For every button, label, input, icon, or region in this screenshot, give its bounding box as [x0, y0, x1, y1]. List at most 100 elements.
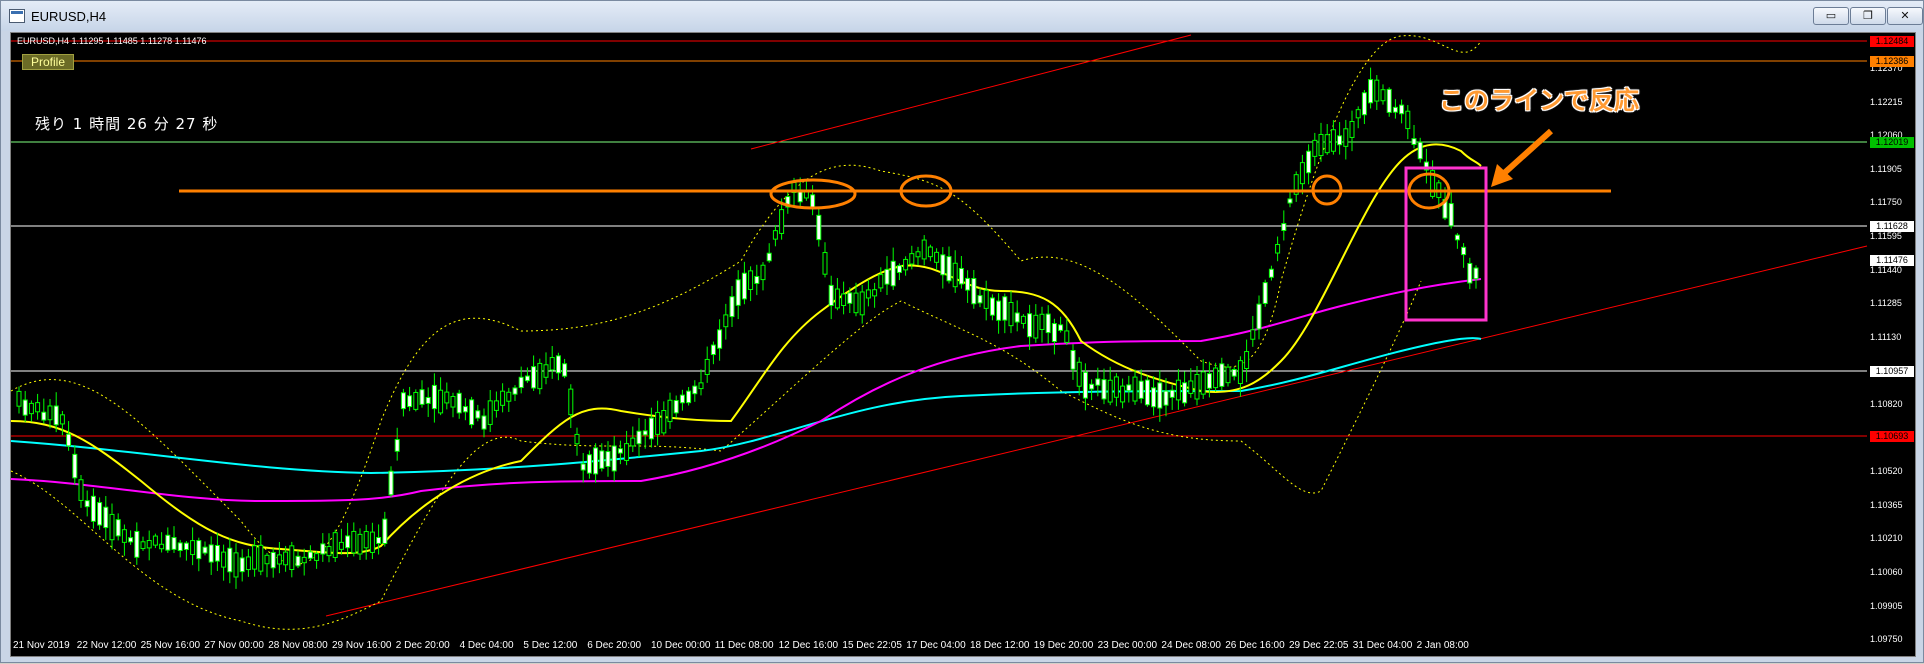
candle-body	[1058, 324, 1064, 331]
callout-text: このラインで反応	[1439, 86, 1640, 115]
candle-body	[47, 405, 53, 421]
candle-body	[890, 260, 896, 287]
candle-body	[667, 399, 673, 423]
candle-body	[35, 402, 41, 413]
candle-body	[1002, 296, 1008, 321]
candle-body	[196, 540, 202, 560]
candle-body	[1231, 369, 1237, 377]
candle-body	[338, 541, 344, 550]
price-tick-label: 1.10060	[1870, 567, 1903, 577]
candle-body	[332, 532, 338, 558]
candle-body	[568, 388, 574, 416]
candle-body	[772, 230, 778, 240]
candle-body	[1268, 268, 1274, 278]
price-tick-label: 1.11750	[1870, 197, 1902, 208]
candle-body	[1064, 330, 1070, 343]
candle-body	[1250, 329, 1256, 340]
candle-body	[283, 551, 289, 566]
time-tick-label: 26 Dec 16:00	[1225, 640, 1285, 651]
candle-body	[760, 264, 766, 281]
candle-body	[1448, 203, 1454, 227]
candle-body	[958, 267, 964, 285]
price-tick-label: 1.11905	[1870, 163, 1902, 174]
candle-body	[1287, 198, 1293, 204]
time-tick-label: 19 Dec 20:00	[1033, 640, 1094, 651]
price-tick-label: 1.12215	[1870, 96, 1903, 107]
candle-body	[72, 453, 78, 479]
candle-body	[1182, 382, 1188, 404]
candle-body	[1343, 128, 1349, 147]
time-tick-label: 2 Dec 20:00	[395, 640, 450, 651]
candle-body	[469, 399, 475, 426]
candle-body	[1206, 373, 1212, 389]
candle-body	[109, 513, 115, 541]
candle-body	[865, 289, 871, 299]
time-tick-label: 29 Dec 22:05	[1289, 640, 1349, 651]
candle-body	[1262, 282, 1268, 304]
time-tick-label: 4 Dec 04:00	[459, 640, 514, 651]
candle-body	[1107, 379, 1113, 403]
candle-body	[816, 214, 822, 241]
candle-body	[1194, 373, 1200, 400]
candle-body	[394, 439, 400, 452]
price-tick-label: 1.11440	[1870, 264, 1902, 275]
candle-body	[1138, 380, 1144, 399]
candle-body	[227, 547, 233, 573]
price-tick-label: 1.09750	[1870, 634, 1903, 645]
candle-body	[679, 394, 685, 404]
trend-line-lower	[325, 245, 1868, 617]
candle-body	[1237, 360, 1243, 385]
price-level-box: 1.10693	[1870, 431, 1914, 442]
candle-body	[500, 390, 506, 406]
candle-body	[692, 385, 698, 395]
candle-body	[673, 400, 679, 414]
candle-body	[543, 364, 549, 378]
candle-body	[810, 194, 816, 209]
candle-body	[921, 239, 927, 260]
candle-body	[202, 546, 208, 554]
bar-countdown: 残り 1 時間 26 分 27 秒	[35, 115, 219, 133]
candle-body	[1386, 88, 1392, 113]
candle-body	[624, 443, 630, 461]
candle-body	[1027, 313, 1033, 338]
candle-body	[1454, 234, 1460, 241]
candle-body	[22, 399, 28, 416]
candle-body	[128, 537, 134, 543]
candle-body	[828, 284, 834, 306]
candle-body	[264, 554, 270, 565]
candle-body	[351, 530, 357, 554]
time-tick-label: 23 Dec 00:00	[1097, 640, 1158, 651]
candle-body	[1299, 162, 1305, 185]
time-tick-label: 21 Nov 2019	[13, 640, 70, 651]
candle-body	[642, 430, 648, 436]
candle-body	[1033, 314, 1039, 339]
candle-body	[1157, 382, 1163, 409]
candle-body	[53, 405, 59, 426]
candle-body	[822, 252, 828, 275]
candle-body	[475, 410, 481, 419]
price-level-box: 1.11628	[1870, 221, 1914, 232]
candle-body	[66, 433, 72, 447]
profile-button[interactable]: Profile	[22, 54, 74, 70]
candle-body	[407, 395, 413, 408]
candle-body	[983, 289, 989, 309]
candle-body	[1399, 104, 1405, 115]
candle-body	[487, 400, 493, 425]
candle-body	[1306, 150, 1312, 174]
candle-body	[295, 555, 301, 567]
candle-body	[438, 389, 444, 414]
candle-body	[996, 300, 1002, 321]
candle-body	[946, 256, 952, 282]
candle-body	[1473, 267, 1479, 280]
candle-body	[320, 543, 326, 555]
candle-body	[1368, 79, 1374, 104]
candle-body	[1256, 303, 1262, 330]
candle-body	[896, 265, 902, 273]
candle-body	[1144, 379, 1150, 406]
arrow-icon	[1498, 128, 1554, 179]
candle-body	[90, 495, 96, 522]
time-tick-label: 11 Dec 08:00	[714, 640, 774, 651]
candle-body	[1175, 379, 1181, 401]
time-tick-label: 28 Nov 08:00	[268, 640, 328, 651]
candle-body	[431, 384, 437, 410]
